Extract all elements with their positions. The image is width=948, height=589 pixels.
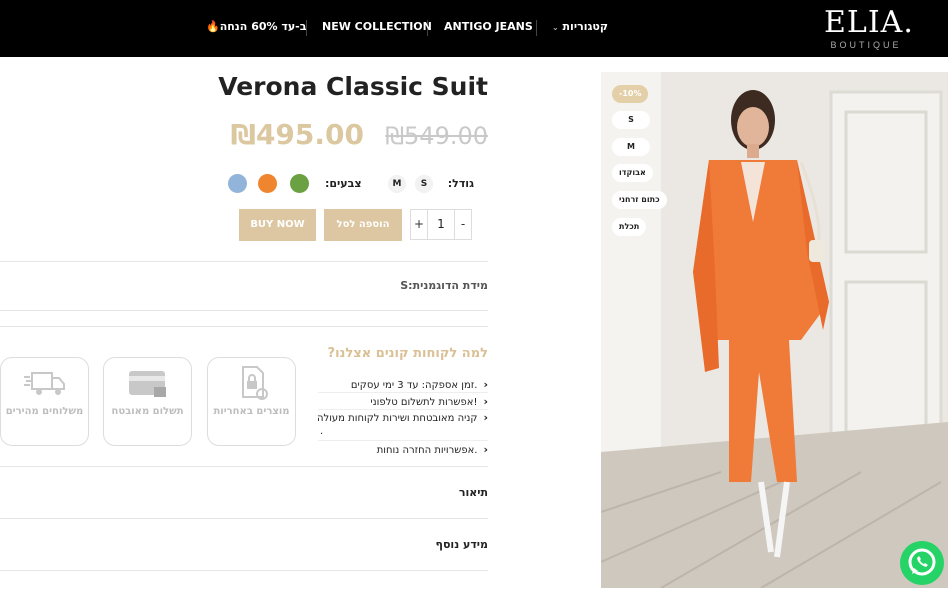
- size-option-m[interactable]: M: [388, 175, 406, 193]
- chevron-right-icon: ›: [483, 411, 488, 424]
- divider: [0, 518, 488, 519]
- accordion-description[interactable]: תיאור: [459, 486, 488, 499]
- delivery-truck-icon: [23, 365, 66, 403]
- nav-sale[interactable]: ב-עד 60% הנחה🔥: [206, 18, 306, 36]
- document-lock-icon: [231, 365, 273, 403]
- chevron-right-icon: ›: [483, 443, 488, 456]
- buy-now-button[interactable]: BUY NOW: [239, 209, 316, 241]
- color-badge-light-blue: תכלת: [612, 218, 647, 236]
- product-image[interactable]: -10% S M אבוקדו כתום זרחני תכלת: [601, 72, 948, 588]
- product-title: Verona Classic Suit: [218, 72, 488, 101]
- brand-tagline: BOUTIQUE: [830, 40, 902, 50]
- quantity-decrease-button[interactable]: -: [454, 210, 471, 239]
- header-bar: ELIA. BOUTIQUE ⌄ קטגוריות ANTIGO JEANS N…: [0, 0, 948, 57]
- feature-label: מוצרים באחריות: [213, 406, 290, 417]
- nav-antigo-jeans[interactable]: ANTIGO JEANS: [444, 18, 533, 36]
- divider: [0, 261, 488, 262]
- why-bullet-text: קניה מאובטחת ושירות לקוחות מעולה: [316, 413, 478, 424]
- why-bullet: קניה מאובטחת ושירות לקוחות מעולה ›: [317, 411, 488, 424]
- product-photo-illustration: [601, 72, 948, 588]
- whatsapp-button[interactable]: [900, 541, 944, 585]
- feature-card-secure-payment: תשלום מאובטח: [103, 357, 192, 446]
- divider: [0, 570, 488, 571]
- size-badge-m: M: [612, 138, 650, 156]
- feature-card-fast-shipping: משלוחים מהירים: [0, 357, 89, 446]
- color-swatch-light-blue[interactable]: [228, 174, 247, 193]
- divider: [318, 440, 488, 441]
- color-badge-orange: כתום זרחני: [612, 191, 667, 209]
- feature-label: משלוחים מהירים: [5, 406, 84, 417]
- feature-card-warranty: מוצרים באחריות: [207, 357, 296, 446]
- divider: [0, 326, 488, 327]
- divider: [318, 392, 488, 393]
- color-label: צבעים:: [325, 177, 362, 190]
- chevron-right-icon: ›: [483, 395, 488, 408]
- quantity-stepper: + 1 -: [410, 209, 472, 240]
- color-badge-avocado: אבוקדו: [612, 164, 653, 182]
- why-bullet-continuation: .: [320, 426, 324, 437]
- why-bullet-text: זמן אספקה: עד 3 ימי עסקים.: [350, 380, 478, 391]
- credit-card-lock-icon: [127, 365, 169, 403]
- size-option-s[interactable]: S: [415, 175, 433, 193]
- why-bullet: אפשרויות החזרה נוחות. ›: [377, 443, 488, 456]
- model-size-text: מידת הדוגמנית:S: [400, 279, 488, 292]
- why-bullet: אפשרות לתשלום טלפוני! ›: [370, 395, 488, 408]
- divider: [0, 310, 488, 311]
- size-label: גודל:: [447, 177, 474, 190]
- size-badge-s: S: [612, 111, 650, 129]
- original-price: ₪549.00: [385, 122, 488, 150]
- nav-new-collection[interactable]: NEW COLLECTION: [322, 18, 432, 36]
- chevron-right-icon: ›: [483, 378, 488, 391]
- discount-badge: -10%: [612, 85, 649, 103]
- why-bullet-text: אפשרויות החזרה נוחות.: [376, 445, 478, 456]
- whatsapp-icon: [908, 548, 936, 576]
- why-bullet: זמן אספקה: עד 3 ימי עסקים. ›: [351, 378, 488, 391]
- nav-categories[interactable]: ⌄ קטגוריות: [552, 18, 608, 37]
- color-swatch-orange[interactable]: [258, 174, 277, 193]
- why-bullet-text: אפשרות לתשלום טלפוני!: [370, 397, 478, 408]
- add-to-cart-button[interactable]: הוספה לסל: [324, 209, 402, 241]
- divider: [0, 466, 488, 467]
- why-buy-heading: למה לקוחות קונים אצלנו?: [327, 346, 488, 361]
- brand-logo[interactable]: ELIA. BOUTIQUE: [824, 5, 914, 51]
- nav-categories-label: קטגוריות: [562, 20, 608, 33]
- brand-name: ELIA.: [824, 5, 914, 40]
- quantity-increase-button[interactable]: +: [411, 210, 428, 239]
- feature-label: תשלום מאובטח: [111, 406, 184, 417]
- nav-divider: [536, 20, 537, 36]
- chevron-down-icon: ⌄: [552, 23, 559, 32]
- accordion-more-info[interactable]: מידע נוסף: [436, 538, 488, 551]
- color-swatch-avocado[interactable]: [290, 174, 309, 193]
- divider: [318, 409, 488, 410]
- sale-price: ₪495.00: [230, 118, 364, 151]
- quantity-input[interactable]: 1: [428, 210, 454, 239]
